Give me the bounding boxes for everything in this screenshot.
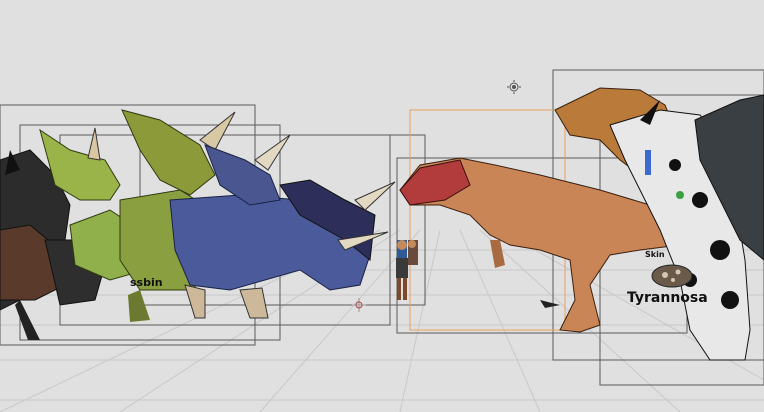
object-label-tyrannosaurus: Tyrannosa: [627, 290, 708, 306]
cursor-crosshair-icon[interactable]: [352, 298, 366, 312]
light-object-icon[interactable]: [507, 80, 521, 94]
object-label-cut: ssbin: [130, 276, 163, 289]
object-label-skin: Skin: [645, 250, 665, 259]
skin-swatch-preview[interactable]: [651, 264, 693, 288]
3d-viewport[interactable]: ssbin Skin Tyrannosa: [0, 0, 764, 412]
scene-canvas[interactable]: [0, 0, 764, 412]
